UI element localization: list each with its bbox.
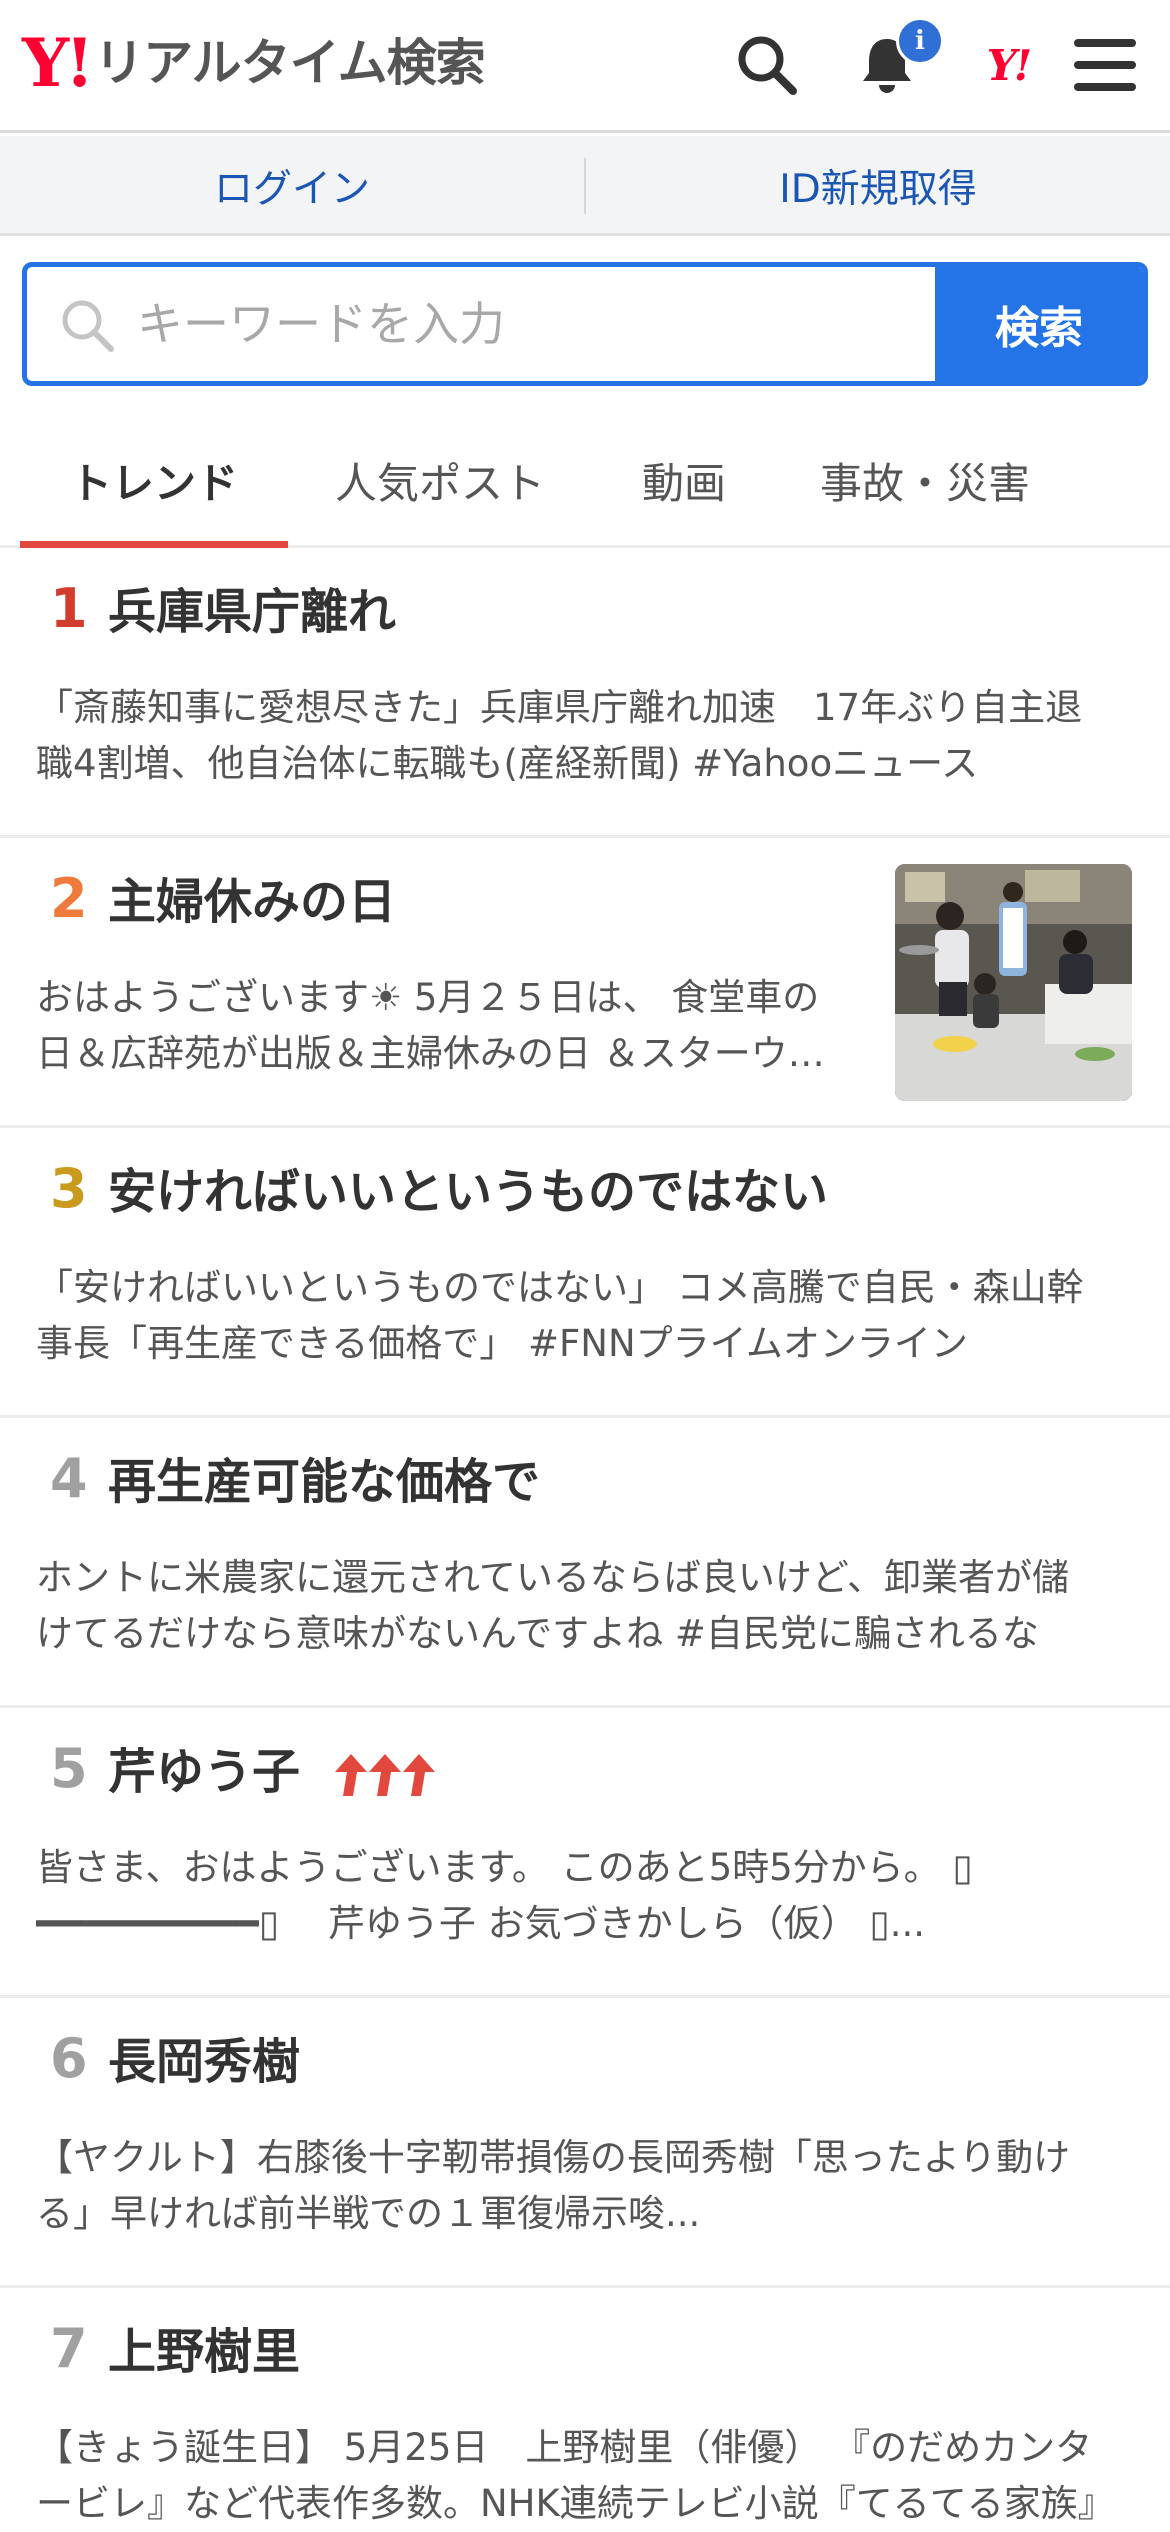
trend-item[interactable]: 6 長岡秀樹 【ヤクルト】右膝後十字靭帯損傷の長岡秀樹「思ったより動ける」早けれ… xyxy=(0,1998,1170,2288)
trend-item[interactable]: 5 芹ゆう子 皆さま、おはようございます。 このあと5時5分から。 ▯ ━━━━… xyxy=(0,1708,1170,1998)
trend-item[interactable]: 2 主婦休みの日 おはようございます☀︎ 5月２５日は、 食堂車の日＆広辞苑が出… xyxy=(0,838,1170,1128)
trend-rank: 5 xyxy=(50,1737,88,1800)
service-name: リアルタイム検索 xyxy=(94,34,485,92)
trend-rank: 1 xyxy=(50,577,88,640)
tab-trend[interactable]: トレンド xyxy=(20,412,288,548)
trend-list: 1 兵庫県庁離れ 「斎藤知事に愛想尽きた」兵庫県庁離れ加速 17年ぶり自主退職4… xyxy=(0,548,1170,2532)
tab-popular-posts[interactable]: 人気ポスト xyxy=(300,412,580,548)
trend-title-row: 芹ゆう子 xyxy=(108,1744,435,1800)
trend-title[interactable]: 主婦休みの日 xyxy=(108,876,396,929)
trend-description: ホントに米農家に還元されているならば良いけど、卸業者が儲けてるだけなら意味がない… xyxy=(36,1556,1070,1655)
tab-accidents-disasters[interactable]: 事故・災害 xyxy=(790,412,1060,548)
login-bar: ログイン ID新規取得 xyxy=(0,136,1170,236)
tab-videos[interactable]: 動画 xyxy=(600,412,768,548)
trend-item[interactable]: 1 兵庫県庁離れ 「斎藤知事に愛想尽きた」兵庫県庁離れ加速 17年ぶり自主退職4… xyxy=(0,548,1170,838)
trend-title[interactable]: 上野樹里 xyxy=(108,2326,300,2379)
trend-description: おはようございます☀︎ 5月２５日は、 食堂車の日＆広辞苑が出版＆主婦休みの日 … xyxy=(36,976,825,1075)
trend-rank: 3 xyxy=(50,1157,88,1220)
trend-rank: 4 xyxy=(50,1447,88,1510)
search-input[interactable] xyxy=(27,267,935,381)
trend-thumbnail-image[interactable] xyxy=(895,864,1132,1101)
yahoo-japan-mark: Y! xyxy=(986,40,1032,90)
search-button[interactable]: 検索 xyxy=(935,267,1143,381)
rising-arrows-icon xyxy=(331,1752,435,1798)
notification-badge: i xyxy=(896,17,944,65)
trend-item[interactable]: 3 安ければいいというものではない 「安ければいいというものではない」 コメ高騰… xyxy=(0,1128,1170,1418)
app-header: Y! リアルタイム検索 i Y! xyxy=(0,0,1170,133)
register-link[interactable]: ID新規取得 xyxy=(586,136,1170,236)
trend-description: 【ヤクルト】右膝後十字靭帯損傷の長岡秀樹「思ったより動ける」早ければ前半戦での１… xyxy=(36,2136,1071,2235)
trend-title[interactable]: 再生産可能な価格で xyxy=(108,1456,540,1509)
yahoo-realtime-logo[interactable]: Y! リアルタイム検索 xyxy=(22,24,486,102)
active-tab-indicator xyxy=(20,541,288,548)
trend-description: 【きょう誕生日】 5月25日 上野樹里（俳優） 『のだめカンタービレ』など代表作… xyxy=(36,2426,1100,2525)
trend-rank: 7 xyxy=(50,2317,88,2380)
trend-rank: 6 xyxy=(50,2027,88,2090)
trend-rank: 2 xyxy=(50,867,88,930)
search-icon[interactable] xyxy=(732,30,802,100)
trend-item[interactable]: 7 上野樹里 【きょう誕生日】 5月25日 上野樹里（俳優） 『のだめカンタービ… xyxy=(0,2288,1170,2532)
yahoo-japan-icon[interactable]: Y! xyxy=(968,30,1048,100)
trend-title[interactable]: 芹ゆう子 xyxy=(108,1744,300,1800)
login-link[interactable]: ログイン xyxy=(0,136,584,236)
trend-title[interactable]: 安ければいいというものではない xyxy=(108,1166,828,1219)
search-form: 検索 xyxy=(22,262,1148,386)
hamburger-menu-icon[interactable] xyxy=(1070,30,1140,100)
trend-item[interactable]: 4 再生産可能な価格で ホントに米農家に還元されているならば良いけど、卸業者が儲… xyxy=(0,1418,1170,1708)
trend-description: 「斎藤知事に愛想尽きた」兵庫県庁離れ加速 17年ぶり自主退職4割増、他自治体に転… xyxy=(36,686,1083,785)
trend-description: 「安ければいいというものではない」 コメ高騰で自民・森山幹事長「再生産できる価格… xyxy=(36,1266,1084,1365)
yahoo-logo-mark: Y! xyxy=(22,24,94,102)
trend-title[interactable]: 長岡秀樹 xyxy=(108,2036,300,2089)
category-tabs: トレンド 人気ポスト 動画 事故・災害 xyxy=(0,412,1170,548)
trend-title[interactable]: 兵庫県庁離れ xyxy=(108,586,396,639)
trend-description: 皆さま、おはようございます。 このあと5時5分から。 ▯ ━━━━━━━━━━▯… xyxy=(36,1846,973,1945)
